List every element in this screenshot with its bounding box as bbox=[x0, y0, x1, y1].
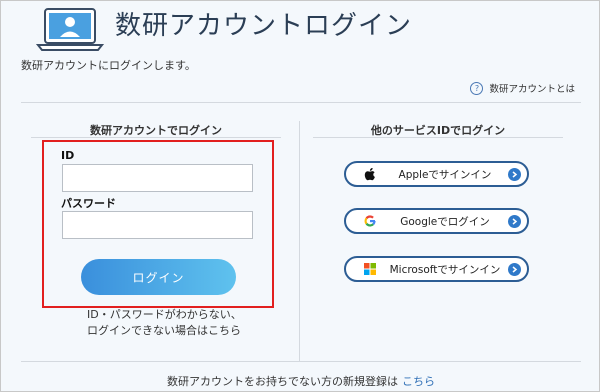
divider bbox=[31, 137, 281, 138]
intro-text: 数研アカウントにログインします。 bbox=[21, 59, 196, 72]
divider bbox=[21, 361, 581, 362]
id-input[interactable] bbox=[62, 164, 253, 192]
microsoft-signin-button[interactable]: Microsoftでサインイン bbox=[344, 256, 529, 282]
question-icon: ? bbox=[470, 81, 484, 95]
microsoft-icon bbox=[358, 263, 382, 275]
signup-text: 数研アカウントをお持ちでない方の新規登録は こちら bbox=[1, 373, 600, 389]
google-icon bbox=[358, 214, 382, 228]
arrow-right-icon bbox=[508, 262, 521, 276]
apple-signin-label: Appleでサインイン bbox=[398, 168, 492, 181]
login-button[interactable]: ログイン bbox=[81, 259, 236, 295]
forgot-credentials-link[interactable]: ID・パスワードがわからない、 ログインできない場合はこちら bbox=[87, 307, 242, 339]
other-service-login-title: 他のサービスIDでログイン bbox=[370, 124, 506, 137]
signup-prompt: 数研アカウントをお持ちでない方の新規登録は bbox=[167, 375, 398, 388]
forgot-line-1: ID・パスワードがわからない、 bbox=[87, 308, 242, 321]
page-title: 数研アカウントログイン bbox=[115, 11, 413, 41]
password-input[interactable] bbox=[62, 211, 253, 239]
id-label: ID bbox=[61, 149, 75, 162]
microsoft-signin-label: Microsoftでサインイン bbox=[389, 263, 501, 276]
password-label: パスワード bbox=[61, 197, 116, 210]
apple-icon bbox=[358, 167, 382, 181]
login-page: 数研アカウントログイン 数研アカウントにログインします。 ? 数研アカウントとは… bbox=[0, 0, 600, 392]
divider bbox=[21, 102, 581, 103]
google-login-label: Googleでログイン bbox=[400, 215, 490, 228]
google-login-button[interactable]: Googleでログイン bbox=[344, 208, 529, 234]
arrow-right-icon bbox=[508, 214, 521, 228]
forgot-line-2: ログインできない場合はこちら bbox=[87, 324, 241, 337]
account-login-title: 数研アカウントでログイン bbox=[90, 124, 222, 137]
arrow-right-icon bbox=[508, 167, 521, 181]
about-account-label: 数研アカウントとは bbox=[489, 84, 575, 95]
signup-link[interactable]: こちら bbox=[402, 375, 435, 388]
divider bbox=[313, 137, 563, 138]
user-laptop-icon bbox=[35, 8, 105, 51]
about-account-link[interactable]: ? 数研アカウントとは bbox=[470, 81, 575, 95]
apple-signin-button[interactable]: Appleでサインイン bbox=[344, 161, 529, 187]
column-divider bbox=[299, 121, 300, 361]
